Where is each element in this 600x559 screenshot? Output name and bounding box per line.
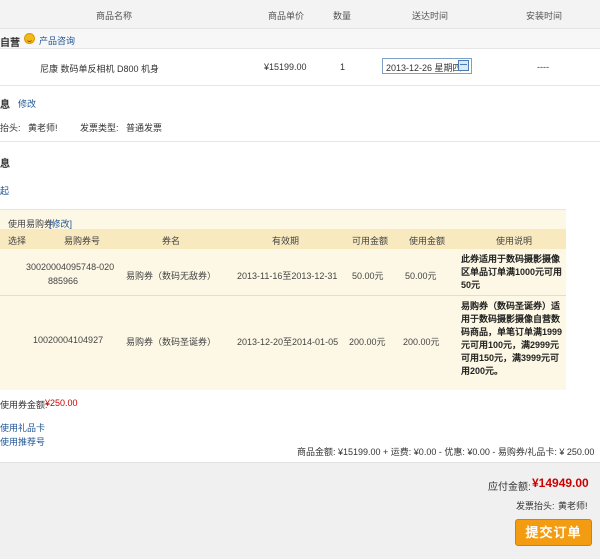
- desc-line: 50元: [461, 280, 481, 290]
- payable-label: 应付金额:: [488, 482, 531, 493]
- coupon-section-label: 息: [0, 159, 10, 170]
- desc-line: 区单品订单满1000元可用: [461, 267, 563, 277]
- table-header: 商品名称 商品单价 数量 送达时间 安装时间: [0, 0, 600, 29]
- coupon-number-cont: 885966: [48, 276, 79, 286]
- coupon-validity: 2013-12-20至2014-01-05: [237, 337, 339, 347]
- submit-order-button[interactable]: 提交订单: [515, 519, 592, 546]
- coupon-total-value: ¥250.00: [45, 398, 78, 408]
- coupon-available: 200.00元: [349, 337, 386, 347]
- coupon-description: 易购券（数码圣诞券）适 用于数码摄影摄像自营数 码商品，单笔订单满1999 元可…: [461, 300, 562, 378]
- coupon-number: 30020004095748-020: [26, 262, 115, 272]
- gift-card-link[interactable]: 使用礼品卡: [0, 421, 45, 434]
- coupon-name: 易购券（数码无敌券）: [126, 271, 217, 281]
- invoice-type-value: 普通发票: [126, 123, 163, 133]
- checkout-summary: [0, 462, 600, 559]
- smiley-icon: [24, 33, 35, 44]
- desc-line: 用200元。: [461, 366, 504, 376]
- coupon-used: 50.00元: [405, 271, 437, 281]
- coupon-col-used: 使用金额: [409, 236, 446, 246]
- price-summary: 商品金额: ¥15199.00 + 运费: ¥0.00 - 优惠: ¥0.00 …: [297, 447, 595, 457]
- footer-invoice-label: 发票抬头:: [516, 501, 555, 511]
- invoice-type-label: 发票类型:: [80, 123, 119, 133]
- coupon-available: 50.00元: [352, 271, 384, 281]
- install-time: ----: [537, 62, 549, 72]
- col-product-name: 商品名称: [96, 11, 133, 21]
- coupon-col-available: 可用金额: [352, 236, 389, 246]
- collapse-link[interactable]: 起: [0, 184, 9, 197]
- coupon-table-header: 选择 易购券号 券名 有效期 可用金额 使用金额 使用说明: [0, 229, 566, 249]
- desc-line: 用于数码摄影摄像自营数: [461, 314, 561, 324]
- coupon-used: 200.00元: [403, 337, 440, 347]
- col-install-time: 安装时间: [526, 11, 563, 21]
- coupon-name: 易购券（数码圣诞券）: [126, 337, 217, 347]
- divider: [0, 141, 600, 142]
- coupon-col-name: 券名: [162, 236, 181, 246]
- invoice-title-value: 黄老师!: [28, 123, 58, 133]
- desc-line: 易购券（数码圣诞券）适: [461, 301, 561, 311]
- desc-line: 可用150元，满3999元可: [461, 353, 560, 363]
- desc-line: 元可用100元，满2999元: [461, 340, 560, 350]
- calendar-icon[interactable]: [458, 60, 469, 71]
- col-delivery-time: 送达时间: [412, 11, 449, 21]
- coupon-row-divider: [0, 295, 566, 296]
- invoice-title-label: 抬头:: [0, 123, 21, 133]
- desc-line: 码商品，单笔订单满1999: [461, 327, 563, 337]
- delivery-date-value: 2013-12-26 星期四: [386, 63, 462, 73]
- coupon-col-number: 易购券号: [64, 236, 101, 246]
- coupon-number: 10020004104927: [33, 335, 104, 345]
- payable-amount: ¥14949.00: [532, 476, 589, 490]
- desc-line: 此券适用于数码摄影摄像: [461, 254, 561, 264]
- product-name[interactable]: 尼康 数码单反相机 D800 机身: [40, 62, 159, 75]
- coupon-total-label: 使用券金额:: [0, 400, 48, 410]
- coupon-description: 此券适用于数码摄影摄像 区单品订单满1000元可用 50元: [461, 253, 562, 292]
- product-price: ¥15199.00: [264, 62, 307, 72]
- product-consult-link[interactable]: 产品咨询: [39, 34, 75, 47]
- coupon-col-select: 选择: [8, 236, 27, 246]
- delivery-date-input[interactable]: 2013-12-26 星期四: [382, 58, 472, 74]
- referral-link[interactable]: 使用推荐号: [0, 435, 45, 448]
- invoice-section-label: 息: [0, 100, 10, 111]
- footer-invoice-value: 黄老师!: [558, 501, 588, 511]
- invoice-edit-link[interactable]: 修改: [18, 97, 36, 110]
- store-row: [0, 29, 600, 49]
- store-label: 自营: [0, 38, 20, 49]
- coupon-col-desc: 使用说明: [496, 236, 533, 246]
- col-unit-price: 商品单价: [268, 11, 305, 21]
- product-qty: 1: [340, 62, 346, 72]
- coupon-col-validity: 有效期: [272, 236, 300, 246]
- col-quantity: 数量: [333, 11, 352, 21]
- coupon-validity: 2013-11-16至2013-12-31: [237, 271, 338, 281]
